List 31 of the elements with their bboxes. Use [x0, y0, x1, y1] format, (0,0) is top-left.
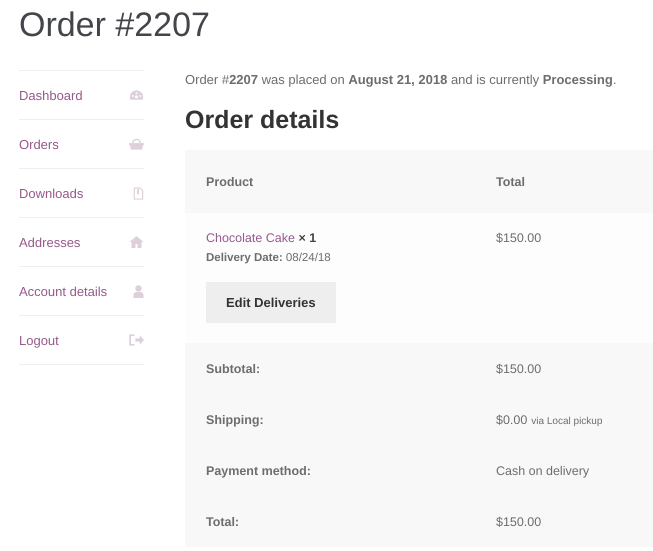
- table-cell: Cash on delivery: [496, 464, 590, 478]
- table-cell-text: Payment method:: [206, 464, 312, 478]
- shipping-note: via Local pickup: [531, 416, 602, 426]
- table-cell-text: Subtotal:: [206, 362, 262, 376]
- quantity: × 1: [298, 231, 316, 245]
- table-cell: $150.00: [496, 362, 542, 376]
- sidebar-item[interactable]: Logout: [19, 316, 144, 365]
- table-cell-text: $150.00: [496, 231, 542, 247]
- sidebar-item[interactable]: Dashboard: [19, 71, 144, 120]
- file-icon: [133, 186, 144, 200]
- user-icon: [133, 284, 144, 298]
- table-cell: $150.00: [496, 514, 542, 528]
- column-header: Product: [206, 174, 254, 188]
- delivery-date: Delivery Date: 08/24/18: [206, 252, 332, 264]
- sidebar-item[interactable]: Addresses: [19, 218, 144, 267]
- table-cell-text: Shipping:: [206, 412, 265, 426]
- logout-icon: [129, 334, 144, 346]
- product-link[interactable]: Chocolate Cake: [206, 231, 295, 245]
- basket-icon: [129, 138, 144, 150]
- page-title: Order #2207: [18, 5, 211, 46]
- section-heading: Order details: [185, 105, 340, 136]
- sidebar-item[interactable]: Downloads: [19, 169, 144, 218]
- sidebar-item[interactable]: Account details: [19, 267, 144, 316]
- sidebar-item[interactable]: Orders: [19, 120, 144, 169]
- gauge-icon: [129, 89, 144, 101]
- table-cell-text: Total:: [206, 514, 240, 528]
- order-summary: Order #2207 was placed on August 21, 2018 and is currently Processing.: [185, 72, 618, 87]
- table-cell: $0.00: [496, 412, 528, 426]
- home-icon: [129, 236, 144, 248]
- column-header: Total: [496, 174, 526, 188]
- edit-deliveries-button[interactable]: Edit Deliveries: [206, 282, 336, 323]
